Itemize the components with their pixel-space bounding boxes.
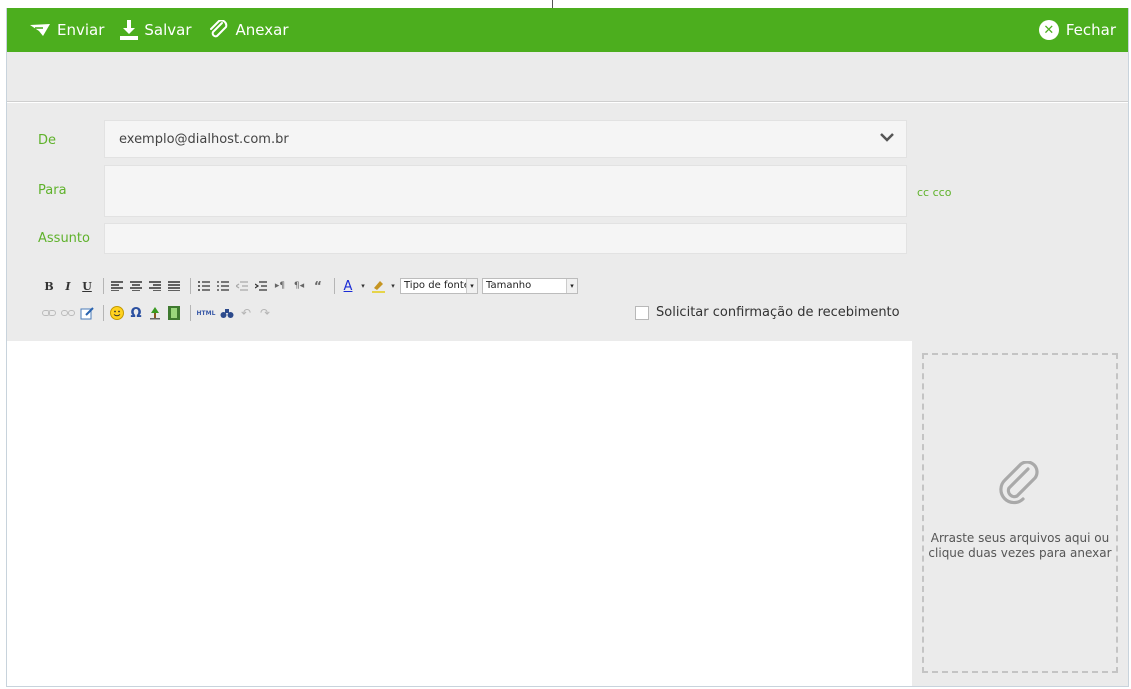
indent-icon[interactable] [253,278,269,294]
edit-icon[interactable] [79,305,95,321]
numbered-list-icon[interactable] [215,278,231,294]
ltr-icon[interactable]: ▸¶ [272,278,288,294]
outdent-icon[interactable] [234,278,250,294]
top-strip [0,0,1131,8]
paperclip-icon [999,461,1039,505]
download-icon [120,20,139,40]
text-color-dropdown[interactable]: ▾ [359,278,367,294]
underline-button[interactable]: U [79,278,95,294]
rte-toolbar-row-2: Ω HTML ↶ ↷ [41,304,276,322]
checkbox[interactable] [635,305,649,320]
close-icon: ✕ [1038,20,1059,40]
image-icon[interactable] [147,305,163,321]
separator [103,305,104,321]
action-toolbar: Enviar Salvar Anexar ✕ Fechar [7,8,1128,52]
font-size-value: Tamanho [486,280,532,291]
separator [103,278,104,294]
bullet-list-icon[interactable] [196,278,212,294]
message-body-editor[interactable] [7,341,911,686]
media-icon[interactable] [166,305,182,321]
to-field[interactable] [104,165,907,217]
find-icon[interactable] [219,305,235,321]
drop-zone-hint: Arraste seus arquivos aqui ou clique dua… [928,531,1112,560]
bold-button[interactable]: B [41,278,57,294]
redo-icon[interactable]: ↷ [257,305,273,321]
separator [190,278,191,294]
sub-toolbar [7,52,1128,102]
link-icon[interactable] [41,305,57,321]
rte-toolbar-row-1: B I U ▸¶ ¶◂ “ A ▾ ▾ Tipo de fonte ▾ Taman… [41,277,582,295]
save-label: Salvar [144,21,192,39]
font-family-select[interactable]: Tipo de fonte ▾ [400,278,478,294]
close-label: Fechar [1065,21,1116,39]
html-source-icon[interactable]: HTML [196,305,216,321]
send-button[interactable]: Enviar [29,21,104,39]
special-char-icon[interactable]: Ω [128,305,144,321]
read-receipt-label: Solicitar confirmação de recebimento [656,305,900,320]
subject-field[interactable] [104,223,907,254]
drop-zone-border [922,353,1118,673]
from-label: De [38,133,57,148]
highlight-dropdown[interactable]: ▾ [389,278,397,294]
unlink-icon[interactable] [60,305,76,321]
close-button[interactable]: ✕ Fechar [1038,8,1116,52]
to-label: Para [38,183,67,198]
align-right-icon[interactable] [147,278,163,294]
chevron-down-icon [880,133,894,142]
text-color-icon[interactable]: A [340,278,356,294]
read-receipt-checkbox[interactable]: Solicitar confirmação de recebimento [635,305,900,320]
highlight-icon[interactable] [370,278,386,294]
compose-window: Enviar Salvar Anexar ✕ Fechar De exemplo… [6,8,1129,687]
top-tick [552,0,553,8]
from-select[interactable]: exemplo@dialhost.com.br [104,120,907,158]
undo-icon[interactable]: ↶ [238,305,254,321]
from-value: exemplo@dialhost.com.br [119,132,289,147]
align-center-icon[interactable] [128,278,144,294]
blockquote-icon[interactable]: “ [310,278,326,294]
paperclip-icon [209,20,227,38]
attach-label: Anexar [235,21,289,39]
rtl-icon[interactable]: ¶◂ [291,278,307,294]
save-button[interactable]: Salvar [120,20,192,40]
attachment-drop-zone[interactable]: Arraste seus arquivos aqui ou clique dua… [912,341,1128,686]
align-justify-icon[interactable] [166,278,182,294]
send-label: Enviar [57,21,105,39]
font-family-value: Tipo de fonte [404,280,470,291]
font-size-select[interactable]: Tamanho ▾ [482,278,578,294]
subject-label: Assunto [38,231,90,246]
separator [334,278,335,294]
chevron-down-icon: ▾ [566,279,577,293]
send-icon [30,24,50,36]
separator [190,305,191,321]
emoticon-icon[interactable] [109,305,125,321]
align-left-icon[interactable] [109,278,125,294]
chevron-down-icon: ▾ [466,279,477,293]
cc-bcc-link[interactable]: cc cco [917,186,951,199]
attach-button[interactable]: Anexar [208,20,289,40]
italic-button[interactable]: I [60,278,76,294]
